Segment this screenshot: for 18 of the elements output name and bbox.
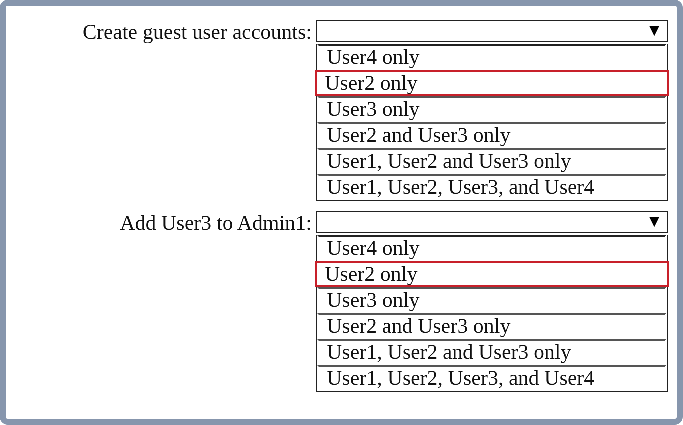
question-label: Add User3 to Admin1: — [120, 211, 312, 235]
dropdown-option[interactable]: User1, User2, User3, and User4 — [317, 365, 667, 391]
dropdown-option[interactable]: User2 and User3 only — [317, 313, 667, 339]
dropdown-option[interactable]: User1, User2 and User3 only — [317, 339, 667, 365]
dropdown-arrow[interactable]: ▼ — [646, 212, 663, 232]
dropdown-option[interactable]: User4 only — [317, 44, 667, 70]
dropdown-arrow[interactable]: ▼ — [646, 21, 663, 41]
dropdown-option[interactable]: User2 and User3 only — [317, 122, 667, 148]
dropdown[interactable]: ▼ — [316, 211, 668, 233]
question-label: Create guest user accounts: — [82, 20, 312, 44]
dropdown-option[interactable]: User2 only — [315, 261, 669, 287]
dropdown-option[interactable]: User2 only — [315, 70, 669, 96]
dropdown-option[interactable]: User4 only — [317, 235, 667, 261]
dropdown-option[interactable]: User3 only — [317, 96, 667, 122]
dropdown-option[interactable]: User1, User2 and User3 only — [317, 148, 667, 174]
dropdown[interactable]: ▼ — [316, 20, 668, 42]
dropdown-option[interactable]: User3 only — [317, 287, 667, 313]
dropdown-option[interactable]: User1, User2, User3, and User4 — [317, 174, 667, 200]
